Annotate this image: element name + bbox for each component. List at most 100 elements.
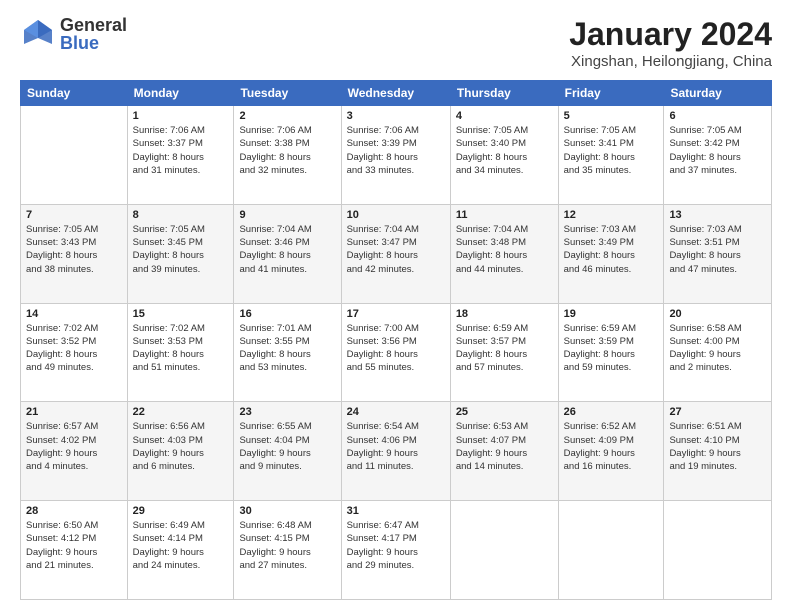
- day-number: 29: [133, 505, 229, 517]
- day-number: 17: [347, 308, 445, 320]
- header: General Blue January 2024 Xingshan, Heil…: [20, 16, 772, 70]
- day-info: Sunrise: 7:06 AM Sunset: 3:37 PM Dayligh…: [133, 124, 229, 177]
- day-number: 4: [456, 110, 553, 122]
- calendar-cell: 22 Sunrise: 6:56 AM Sunset: 4:03 PM Dayli…: [127, 402, 234, 501]
- calendar-cell: 14Sunrise: 7:02 AM Sunset: 3:52 PM Dayli…: [21, 303, 128, 402]
- day-number: 12: [564, 209, 659, 221]
- day-number: 6: [669, 110, 766, 122]
- weekday-header-friday: Friday: [558, 81, 664, 106]
- day-number: 1: [133, 110, 229, 122]
- logo-blue: Blue: [60, 34, 127, 52]
- day-info: Sunrise: 6:58 AM Sunset: 4:00 PM Dayligh…: [669, 322, 766, 375]
- calendar-cell: [558, 501, 664, 600]
- day-number: 21: [26, 406, 122, 418]
- day-number: 10: [347, 209, 445, 221]
- calendar-cell: 29 Sunrise: 6:49 AM Sunset: 4:14 PM Dayli…: [127, 501, 234, 600]
- day-number: 2: [239, 110, 335, 122]
- calendar-cell: 21 Sunrise: 6:57 AM Sunset: 4:02 PM Dayli…: [21, 402, 128, 501]
- week-row-1: 1 Sunrise: 7:06 AM Sunset: 3:37 PM Daylig…: [21, 106, 772, 205]
- calendar-cell: 1 Sunrise: 7:06 AM Sunset: 3:37 PM Daylig…: [127, 106, 234, 205]
- weekday-header-saturday: Saturday: [664, 81, 772, 106]
- day-info: Sunrise: 6:51 AM Sunset: 4:10 PM Dayligh…: [669, 420, 766, 473]
- day-info: Sunrise: 6:48 AM Sunset: 4:15 PM Dayligh…: [239, 519, 335, 572]
- day-info: Sunrise: 7:05 AM Sunset: 3:42 PM Dayligh…: [669, 124, 766, 177]
- calendar-cell: 24 Sunrise: 6:54 AM Sunset: 4:06 PM Dayli…: [341, 402, 450, 501]
- day-number: 31: [347, 505, 445, 517]
- title-block: January 2024 Xingshan, Heilongjiang, Chi…: [569, 16, 772, 70]
- day-number: 16: [239, 308, 335, 320]
- weekday-header-sunday: Sunday: [21, 81, 128, 106]
- day-info: Sunrise: 6:56 AM Sunset: 4:03 PM Dayligh…: [133, 420, 229, 473]
- day-number: 20: [669, 308, 766, 320]
- day-info: Sunrise: 7:03 AM Sunset: 3:49 PM Dayligh…: [564, 223, 659, 276]
- day-number: 25: [456, 406, 553, 418]
- calendar-cell: 23 Sunrise: 6:55 AM Sunset: 4:04 PM Dayli…: [234, 402, 341, 501]
- day-info: Sunrise: 7:05 AM Sunset: 3:45 PM Dayligh…: [133, 223, 229, 276]
- calendar-cell: 17 Sunrise: 7:00 AM Sunset: 3:56 PM Dayli…: [341, 303, 450, 402]
- calendar-cell: 2 Sunrise: 7:06 AM Sunset: 3:38 PM Daylig…: [234, 106, 341, 205]
- logo: General Blue: [20, 16, 127, 52]
- calendar-cell: 15Sunrise: 7:02 AM Sunset: 3:53 PM Dayli…: [127, 303, 234, 402]
- calendar-cell: 20 Sunrise: 6:58 AM Sunset: 4:00 PM Dayli…: [664, 303, 772, 402]
- calendar-cell: 13Sunrise: 7:03 AM Sunset: 3:51 PM Dayli…: [664, 204, 772, 303]
- calendar-cell: [21, 106, 128, 205]
- weekday-header-thursday: Thursday: [450, 81, 558, 106]
- day-info: Sunrise: 7:06 AM Sunset: 3:38 PM Dayligh…: [239, 124, 335, 177]
- calendar-cell: 12 Sunrise: 7:03 AM Sunset: 3:49 PM Dayli…: [558, 204, 664, 303]
- calendar-cell: 10 Sunrise: 7:04 AM Sunset: 3:47 PM Dayli…: [341, 204, 450, 303]
- day-info: Sunrise: 6:52 AM Sunset: 4:09 PM Dayligh…: [564, 420, 659, 473]
- calendar-cell: 27Sunrise: 6:51 AM Sunset: 4:10 PM Dayli…: [664, 402, 772, 501]
- day-info: Sunrise: 7:04 AM Sunset: 3:48 PM Dayligh…: [456, 223, 553, 276]
- calendar-cell: 7 Sunrise: 7:05 AM Sunset: 3:43 PM Daylig…: [21, 204, 128, 303]
- calendar-cell: 18Sunrise: 6:59 AM Sunset: 3:57 PM Dayli…: [450, 303, 558, 402]
- calendar-cell: 30 Sunrise: 6:48 AM Sunset: 4:15 PM Dayli…: [234, 501, 341, 600]
- week-row-3: 14Sunrise: 7:02 AM Sunset: 3:52 PM Dayli…: [21, 303, 772, 402]
- day-number: 7: [26, 209, 122, 221]
- day-info: Sunrise: 7:05 AM Sunset: 3:41 PM Dayligh…: [564, 124, 659, 177]
- day-info: Sunrise: 6:59 AM Sunset: 3:57 PM Dayligh…: [456, 322, 553, 375]
- day-info: Sunrise: 7:00 AM Sunset: 3:56 PM Dayligh…: [347, 322, 445, 375]
- day-info: Sunrise: 6:55 AM Sunset: 4:04 PM Dayligh…: [239, 420, 335, 473]
- logo-icon: [20, 16, 56, 52]
- calendar-cell: 16Sunrise: 7:01 AM Sunset: 3:55 PM Dayli…: [234, 303, 341, 402]
- calendar-cell: 11 Sunrise: 7:04 AM Sunset: 3:48 PM Dayli…: [450, 204, 558, 303]
- day-number: 30: [239, 505, 335, 517]
- calendar-body: 1 Sunrise: 7:06 AM Sunset: 3:37 PM Daylig…: [21, 106, 772, 600]
- day-info: Sunrise: 7:02 AM Sunset: 3:53 PM Dayligh…: [133, 322, 229, 375]
- calendar-cell: 9 Sunrise: 7:04 AM Sunset: 3:46 PM Daylig…: [234, 204, 341, 303]
- day-number: 26: [564, 406, 659, 418]
- day-info: Sunrise: 6:59 AM Sunset: 3:59 PM Dayligh…: [564, 322, 659, 375]
- day-info: Sunrise: 6:57 AM Sunset: 4:02 PM Dayligh…: [26, 420, 122, 473]
- calendar-cell: [450, 501, 558, 600]
- day-info: Sunrise: 7:04 AM Sunset: 3:46 PM Dayligh…: [239, 223, 335, 276]
- weekday-header-monday: Monday: [127, 81, 234, 106]
- calendar-cell: 31 Sunrise: 6:47 AM Sunset: 4:17 PM Dayli…: [341, 501, 450, 600]
- day-info: Sunrise: 7:03 AM Sunset: 3:51 PM Dayligh…: [669, 223, 766, 276]
- day-info: Sunrise: 7:05 AM Sunset: 3:43 PM Dayligh…: [26, 223, 122, 276]
- day-info: Sunrise: 7:04 AM Sunset: 3:47 PM Dayligh…: [347, 223, 445, 276]
- day-info: Sunrise: 6:54 AM Sunset: 4:06 PM Dayligh…: [347, 420, 445, 473]
- weekday-header: SundayMondayTuesdayWednesdayThursdayFrid…: [21, 81, 772, 106]
- logo-general: General: [60, 16, 127, 34]
- week-row-5: 28Sunrise: 6:50 AM Sunset: 4:12 PM Dayli…: [21, 501, 772, 600]
- calendar-cell: 5Sunrise: 7:05 AM Sunset: 3:41 PM Daylig…: [558, 106, 664, 205]
- calendar-cell: 19 Sunrise: 6:59 AM Sunset: 3:59 PM Dayli…: [558, 303, 664, 402]
- day-info: Sunrise: 6:49 AM Sunset: 4:14 PM Dayligh…: [133, 519, 229, 572]
- calendar-cell: 26 Sunrise: 6:52 AM Sunset: 4:09 PM Dayli…: [558, 402, 664, 501]
- day-number: 9: [239, 209, 335, 221]
- calendar-cell: 8 Sunrise: 7:05 AM Sunset: 3:45 PM Daylig…: [127, 204, 234, 303]
- calendar-cell: 6 Sunrise: 7:05 AM Sunset: 3:42 PM Daylig…: [664, 106, 772, 205]
- weekday-header-wednesday: Wednesday: [341, 81, 450, 106]
- day-info: Sunrise: 6:50 AM Sunset: 4:12 PM Dayligh…: [26, 519, 122, 572]
- day-info: Sunrise: 6:47 AM Sunset: 4:17 PM Dayligh…: [347, 519, 445, 572]
- weekday-header-tuesday: Tuesday: [234, 81, 341, 106]
- calendar-cell: 28Sunrise: 6:50 AM Sunset: 4:12 PM Dayli…: [21, 501, 128, 600]
- sub-title: Xingshan, Heilongjiang, China: [569, 53, 772, 70]
- day-number: 19: [564, 308, 659, 320]
- day-number: 24: [347, 406, 445, 418]
- day-info: Sunrise: 6:53 AM Sunset: 4:07 PM Dayligh…: [456, 420, 553, 473]
- day-number: 11: [456, 209, 553, 221]
- day-number: 22: [133, 406, 229, 418]
- day-number: 23: [239, 406, 335, 418]
- day-number: 8: [133, 209, 229, 221]
